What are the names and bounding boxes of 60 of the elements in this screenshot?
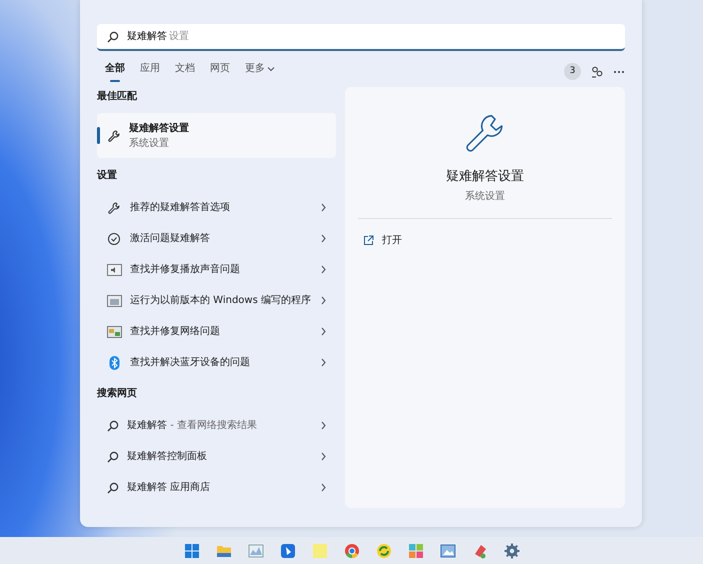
image-viewer-icon[interactable] bbox=[440, 542, 456, 558]
wrench-icon bbox=[107, 128, 121, 142]
bluetooth-icon bbox=[107, 356, 122, 370]
tab[interactable]: 文档 bbox=[175, 61, 195, 82]
search-icon bbox=[107, 482, 119, 494]
tab[interactable]: 应用 bbox=[140, 61, 160, 82]
settings-result-item[interactable]: 激活问题疑难解答 bbox=[97, 223, 336, 254]
check-circle-icon bbox=[107, 232, 122, 246]
account-icon[interactable] bbox=[591, 66, 603, 78]
browser-icon[interactable] bbox=[344, 542, 360, 558]
settings-result-item[interactable]: 查找并修复网络问题 bbox=[97, 316, 336, 347]
more-menu[interactable]: 更多 bbox=[245, 61, 275, 82]
points-badge[interactable]: 3 bbox=[564, 63, 581, 80]
settings-result-item[interactable]: 查找并修复播放声音问题 bbox=[97, 254, 336, 285]
settings-result-item[interactable]: 运行为以前版本的 Windows 编写的程序 bbox=[97, 285, 336, 316]
result-title: 疑难解答设置 bbox=[129, 122, 189, 136]
more-options-icon[interactable] bbox=[613, 70, 625, 74]
open-external-icon bbox=[362, 235, 374, 246]
search-icon bbox=[107, 420, 119, 432]
chevron-icon bbox=[320, 358, 326, 367]
search-bar[interactable]: 疑难解答 设置 bbox=[97, 24, 625, 51]
web-result-item[interactable]: 疑难解答 应用商店 bbox=[97, 472, 336, 503]
sync-app-icon[interactable] bbox=[376, 542, 392, 558]
chevron-icon bbox=[320, 327, 326, 336]
section-heading: 最佳匹配 bbox=[97, 90, 138, 104]
section-heading: 设置 bbox=[97, 168, 118, 183]
puzzle-app-icon[interactable] bbox=[408, 542, 424, 558]
open-action[interactable]: 打开 bbox=[352, 225, 617, 256]
chevron-icon bbox=[320, 203, 326, 212]
windows-logo-icon[interactable] bbox=[184, 542, 200, 558]
search-input[interactable]: 疑难解答 bbox=[127, 29, 169, 44]
chevron-icon bbox=[320, 421, 326, 430]
search-icon bbox=[107, 450, 119, 462]
caret-icon bbox=[267, 66, 275, 72]
wrench-icon bbox=[107, 200, 122, 214]
chevron-icon bbox=[320, 296, 326, 305]
settings-result-item[interactable]: 推荐的疑难解答首选项 bbox=[97, 192, 336, 223]
speaker-window-icon bbox=[107, 262, 122, 276]
tab[interactable]: 网页 bbox=[210, 61, 230, 82]
chart-window-icon[interactable] bbox=[248, 542, 264, 558]
suggestion-text: 设置 bbox=[169, 30, 189, 44]
web-result-item[interactable]: 疑难解答 - 查看网络搜索结果 bbox=[97, 410, 336, 441]
result-subtitle: 系统设置 bbox=[129, 136, 170, 150]
result-text: 疑难解答 bbox=[127, 420, 167, 431]
detail-subtitle: 系统设置 bbox=[464, 190, 505, 204]
result-hint: - 查看网络搜索结果 bbox=[170, 420, 257, 431]
chevron-icon bbox=[320, 265, 326, 274]
section-heading: 搜索网页 bbox=[97, 386, 138, 401]
chevron-icon bbox=[320, 483, 326, 492]
chevron-icon bbox=[320, 234, 326, 243]
best-match-item[interactable]: 疑难解答设置 系统设置 bbox=[97, 113, 336, 158]
tab[interactable]: 全部 bbox=[105, 61, 125, 82]
settings-icon[interactable] bbox=[504, 542, 520, 558]
settings-result-item[interactable]: 查找并解决蓝牙设备的问题 bbox=[97, 347, 336, 378]
detail-title: 疑难解答设置 bbox=[446, 168, 524, 186]
search-icon bbox=[107, 30, 119, 42]
network-window-icon bbox=[107, 324, 122, 338]
chevron-icon bbox=[320, 452, 326, 461]
web-result-item[interactable]: 疑难解答控制面板 bbox=[97, 441, 336, 472]
app-window-icon bbox=[107, 294, 122, 308]
